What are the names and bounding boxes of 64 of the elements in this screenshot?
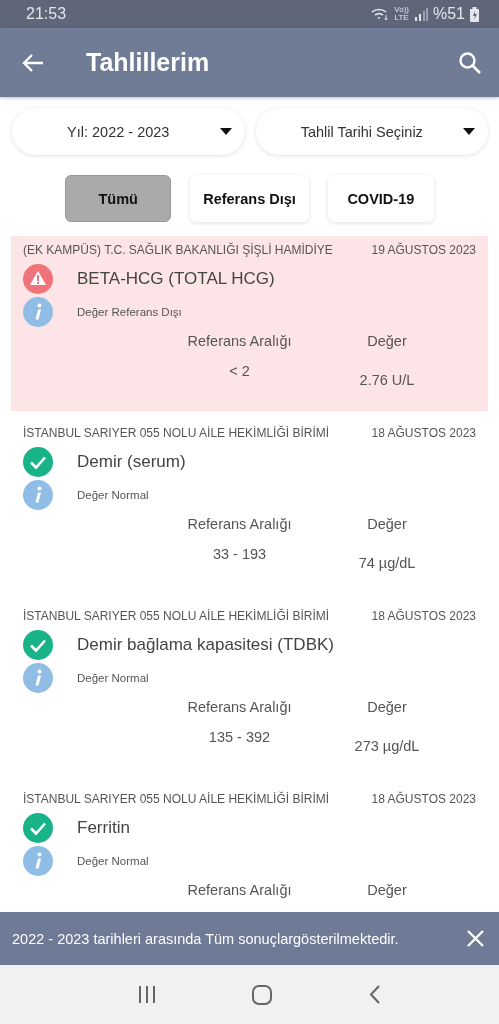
filter-tab[interactable]: Tümü	[65, 175, 172, 222]
check-icon	[23, 630, 53, 660]
wifi-icon	[371, 7, 390, 21]
info-icon	[23, 297, 53, 327]
dropdown[interactable]: Yıl: 2022 - 2023	[12, 108, 245, 155]
recent-apps-icon	[138, 986, 157, 1003]
search-icon	[459, 51, 481, 74]
battery-percent: %51	[432, 5, 465, 23]
test-name: Demir (serum)	[77, 452, 186, 472]
check-icon	[23, 447, 53, 477]
info-icon	[23, 663, 53, 693]
filter-tab[interactable]: Referans Dışı	[190, 175, 309, 222]
home-icon	[252, 984, 273, 1005]
result-value: 74 µg/dL	[357, 555, 417, 571]
status-note: Değer Referans Dışı	[77, 306, 182, 318]
institution-name: (EK KAMPÜS) T.C. SAĞLIK BAKANLIĞI ŞİŞLİ HAMİDİYE	[23, 243, 333, 257]
result-date: 18 AĞUSTOS 2023	[371, 426, 476, 440]
reference-range: < 2	[228, 363, 251, 379]
test-name: Ferritin	[77, 818, 130, 838]
volte-label: Vo))	[394, 6, 409, 14]
test-name: BETA-HCG (TOTAL HCG)	[77, 269, 275, 289]
reference-range: 33 - 193	[211, 546, 268, 562]
result-date: 19 AĞUSTOS 2023	[371, 243, 476, 257]
back-chevron-icon	[368, 985, 381, 1004]
column-label: Değer	[366, 882, 408, 898]
column-label: Değer	[366, 333, 408, 349]
back-button[interactable]	[22, 53, 44, 72]
screen-title: Tahlillerim	[86, 48, 210, 77]
column-label: Referans Aralığı	[186, 699, 293, 715]
battery-icon	[470, 6, 479, 22]
close-button[interactable]	[467, 930, 484, 947]
status-note: Değer Normal	[77, 672, 149, 684]
institution-name: İSTANBUL SARIYER 055 NOLU AİLE HEKİMLİĞİ BİRİMİ	[23, 426, 330, 440]
result-date: 18 AĞUSTOS 2023	[371, 792, 476, 806]
signal-icon	[413, 7, 428, 21]
result-value: 273 µg/dL	[353, 738, 421, 754]
result-card[interactable]: (EK KAMPÜS) T.C. SAĞLIK BAKANLIĞI ŞİŞLİ HAMİDİYE 19 AĞUSTOS 2023 BETA-HCG (TOTAL HCG) Değer Referans Dışı Referans Aralığı Değer < 2 2.76 U/L	[11, 236, 488, 411]
info-icon	[23, 480, 53, 510]
institution-name: İSTANBUL SARIYER 055 NOLU AİLE HEKİMLİĞİ BİRİMİ	[23, 792, 330, 806]
info-icon	[23, 846, 53, 876]
result-date: 18 AĞUSTOS 2023	[371, 609, 476, 623]
institution-name: İSTANBUL SARIYER 055 NOLU AİLE HEKİMLİĞİ BİRİMİ	[23, 609, 330, 623]
reference-range: 135 - 392	[207, 729, 272, 745]
dropdown-caret-icon	[463, 128, 475, 135]
column-label: Değer	[366, 516, 408, 532]
result-value: 2.76 U/L	[358, 372, 416, 388]
status-time: 21:53	[26, 5, 67, 23]
column-label: Referans Aralığı	[186, 882, 293, 898]
test-name: Demir bağlama kapasitesi (TDBK)	[77, 635, 334, 655]
column-label: Referans Aralığı	[186, 333, 293, 349]
close-icon	[467, 930, 484, 947]
status-note: Değer Normal	[77, 855, 149, 867]
column-label: Referans Aralığı	[186, 516, 293, 532]
dropdown[interactable]: Tahlil Tarihi Seçiniz	[255, 108, 488, 155]
filter-tab[interactable]: COVID-19	[327, 175, 434, 222]
dropdown-caret-icon	[219, 128, 232, 135]
warning-icon	[23, 264, 53, 294]
snackbar-message: 2022 - 2023 tarihleri arasında Tüm sonuçlargösterilmektedir.	[12, 930, 399, 947]
column-label: Değer	[366, 699, 408, 715]
back-arrow-icon	[22, 53, 44, 72]
check-icon	[23, 813, 53, 843]
status-note: Değer Normal	[77, 489, 149, 501]
search-button[interactable]	[459, 51, 481, 74]
network-label: LTE	[394, 14, 409, 22]
